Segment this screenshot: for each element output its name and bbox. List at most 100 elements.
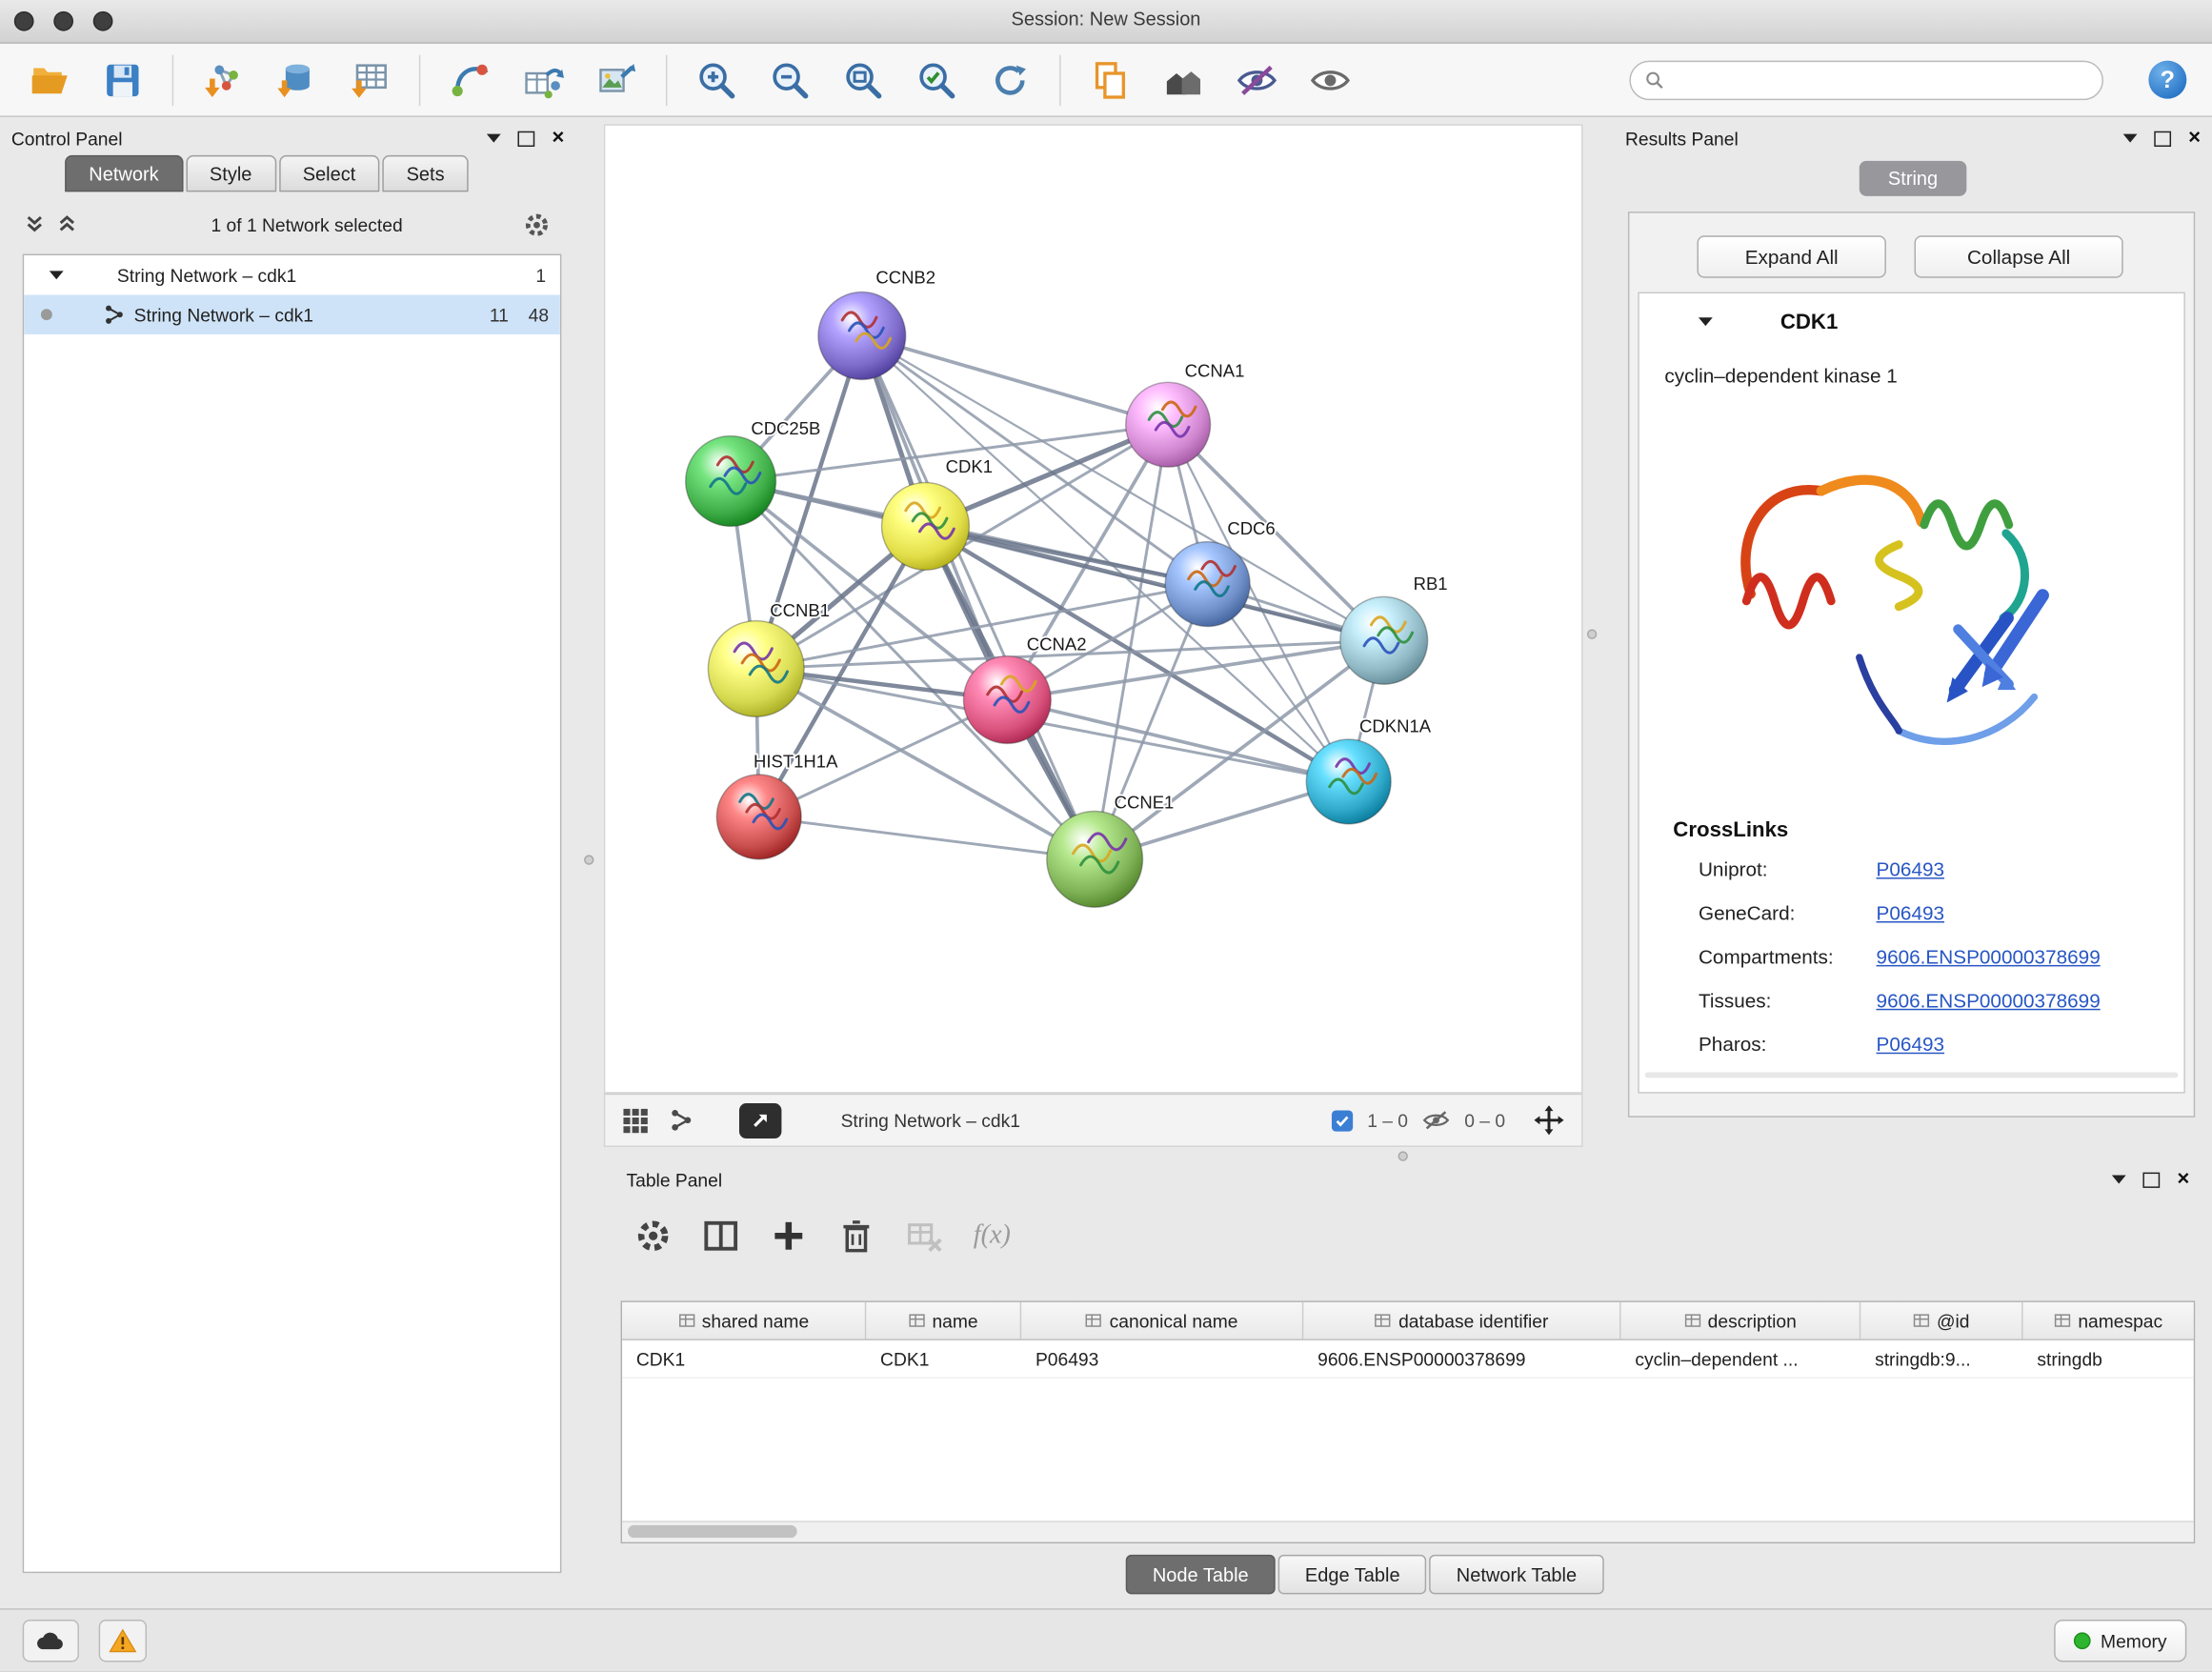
tab-node-table[interactable]: Node Table bbox=[1126, 1555, 1276, 1594]
network-node[interactable] bbox=[1126, 382, 1211, 467]
network-row-selected[interactable]: String Network – cdk1 11 48 bbox=[24, 295, 560, 334]
column-header[interactable]: name bbox=[866, 1302, 1021, 1340]
network-canvas[interactable]: CCNB2CCNA1CDC25BCDK1CDC6RB1CCNB1CCNA2CDK… bbox=[604, 124, 1583, 1093]
network-edge[interactable] bbox=[862, 335, 1168, 424]
network-node[interactable] bbox=[818, 292, 906, 380]
selected-checkbox[interactable] bbox=[1332, 1110, 1353, 1131]
network-node[interactable] bbox=[708, 621, 804, 717]
panel-menu-icon[interactable] bbox=[2123, 134, 2138, 143]
memory-button[interactable]: Memory bbox=[2054, 1620, 2186, 1662]
network-collection-row[interactable]: String Network – cdk1 1 bbox=[24, 255, 560, 294]
create-column-plus-icon[interactable] bbox=[771, 1218, 808, 1255]
horizontal-splitter-handle[interactable] bbox=[1398, 1151, 1408, 1160]
tab-network-table[interactable]: Network Table bbox=[1430, 1555, 1604, 1594]
section-collapse-icon[interactable] bbox=[1699, 317, 1713, 326]
crosslink-link[interactable]: P06493 bbox=[1877, 901, 1944, 924]
export-image-button[interactable] bbox=[593, 55, 640, 103]
delete-column-trash-icon[interactable] bbox=[838, 1218, 875, 1255]
crosslink-link[interactable]: P06493 bbox=[1877, 1033, 1944, 1056]
network-node[interactable] bbox=[882, 482, 970, 570]
pan-crosshair-icon[interactable] bbox=[1534, 1105, 1565, 1137]
network-node[interactable] bbox=[1306, 739, 1391, 824]
show-columns-icon[interactable] bbox=[702, 1218, 739, 1255]
network-node[interactable] bbox=[716, 775, 801, 859]
tab-edge-table[interactable]: Edge Table bbox=[1278, 1555, 1427, 1594]
column-header[interactable]: database identifier bbox=[1303, 1302, 1620, 1340]
import-network-from-database-button[interactable] bbox=[272, 55, 320, 103]
column-header[interactable]: description bbox=[1621, 1302, 1861, 1340]
column-header[interactable]: shared name bbox=[622, 1302, 866, 1340]
zoom-in-button[interactable] bbox=[693, 55, 740, 103]
save-session-button[interactable] bbox=[99, 55, 147, 103]
refresh-layout-button[interactable] bbox=[986, 55, 1034, 103]
expand-all-button[interactable]: Expand All bbox=[1697, 235, 1885, 277]
vertical-splitter-handle[interactable] bbox=[584, 855, 593, 864]
open-in-browser-button[interactable] bbox=[739, 1102, 781, 1138]
import-network-from-file-button[interactable] bbox=[199, 55, 247, 103]
disclosure-triangle-icon[interactable] bbox=[50, 271, 64, 279]
column-header[interactable]: namespac bbox=[2023, 1302, 2194, 1340]
collapse-all-icon[interactable] bbox=[26, 214, 44, 234]
results-tab-string[interactable]: String bbox=[1860, 161, 1967, 196]
network-node[interactable] bbox=[1047, 811, 1143, 907]
panel-float-icon[interactable] bbox=[2143, 1172, 2161, 1187]
table-row[interactable]: CDK1 CDK1 P06493 9606.ENSP00000378699 cy… bbox=[622, 1340, 2194, 1379]
tab-network[interactable]: Network bbox=[65, 155, 183, 192]
table-cell[interactable]: 9606.ENSP00000378699 bbox=[1303, 1340, 1620, 1378]
table-cell[interactable]: stringdb:9... bbox=[1860, 1340, 2022, 1378]
crosslink-link[interactable]: 9606.ENSP00000378699 bbox=[1877, 989, 2101, 1012]
zoom-fit-button[interactable] bbox=[839, 55, 887, 103]
home-networks-button[interactable] bbox=[1159, 55, 1207, 103]
hidden-eye-icon[interactable] bbox=[1422, 1109, 1451, 1132]
gear-icon[interactable] bbox=[523, 211, 550, 237]
scrollbar-thumb[interactable] bbox=[628, 1525, 797, 1538]
hide-compare-button[interactable] bbox=[1233, 55, 1280, 103]
network-node[interactable] bbox=[686, 436, 776, 527]
panel-float-icon[interactable] bbox=[2155, 131, 2172, 146]
horizontal-scrollbar[interactable] bbox=[622, 1521, 2194, 1541]
table-cell[interactable]: CDK1 bbox=[622, 1340, 866, 1378]
panel-menu-icon[interactable] bbox=[487, 134, 501, 143]
warning-button[interactable] bbox=[99, 1620, 147, 1662]
search-input[interactable] bbox=[1673, 68, 2087, 91]
import-table-from-file-button[interactable] bbox=[346, 55, 393, 103]
tab-select[interactable]: Select bbox=[279, 155, 380, 192]
table-cell[interactable]: P06493 bbox=[1021, 1340, 1303, 1378]
collapse-all-button[interactable]: Collapse All bbox=[1915, 235, 2123, 277]
column-header[interactable]: canonical name bbox=[1021, 1302, 1303, 1340]
zoom-out-button[interactable] bbox=[766, 55, 814, 103]
tab-sets[interactable]: Sets bbox=[382, 155, 468, 192]
panel-close-icon[interactable]: × bbox=[2177, 1173, 2189, 1187]
panel-close-icon[interactable]: × bbox=[2188, 131, 2201, 146]
panel-close-icon[interactable]: × bbox=[552, 131, 564, 146]
network-edge[interactable] bbox=[759, 816, 1095, 858]
vertical-splitter-handle[interactable] bbox=[1587, 629, 1597, 638]
crosslink-link[interactable]: P06493 bbox=[1877, 857, 1944, 880]
birdseye-toggle-icon[interactable] bbox=[669, 1107, 694, 1133]
column-header[interactable]: @id bbox=[1860, 1302, 2022, 1340]
new-network-from-table-button[interactable] bbox=[519, 55, 567, 103]
expand-all-icon[interactable] bbox=[58, 214, 76, 234]
open-session-button[interactable] bbox=[26, 55, 73, 103]
help-button[interactable]: ? bbox=[2148, 61, 2186, 99]
section-scrollbar[interactable] bbox=[1645, 1072, 2179, 1078]
network-node[interactable] bbox=[1340, 596, 1428, 684]
table-cell[interactable]: stringdb bbox=[2023, 1340, 2194, 1378]
network-node[interactable] bbox=[1165, 542, 1250, 627]
copy-document-button[interactable] bbox=[1086, 55, 1134, 103]
function-builder-button[interactable]: f(x) bbox=[974, 1220, 1011, 1252]
network-node[interactable] bbox=[963, 656, 1051, 744]
new-network-button[interactable] bbox=[446, 55, 493, 103]
show-eye-button[interactable] bbox=[1306, 55, 1354, 103]
network-edge[interactable] bbox=[1007, 700, 1348, 782]
table-cell[interactable]: CDK1 bbox=[866, 1340, 1021, 1378]
network-edge[interactable] bbox=[862, 335, 1095, 858]
zoom-selected-button[interactable] bbox=[913, 55, 960, 103]
crosslink-link[interactable]: 9606.ENSP00000378699 bbox=[1877, 945, 2101, 968]
tab-style[interactable]: Style bbox=[186, 155, 276, 192]
table-settings-gear-icon[interactable] bbox=[634, 1218, 672, 1255]
panel-float-icon[interactable] bbox=[518, 131, 535, 146]
cloud-status-button[interactable] bbox=[23, 1620, 79, 1662]
panel-menu-icon[interactable] bbox=[2112, 1176, 2126, 1184]
grid-view-icon[interactable] bbox=[622, 1107, 649, 1134]
